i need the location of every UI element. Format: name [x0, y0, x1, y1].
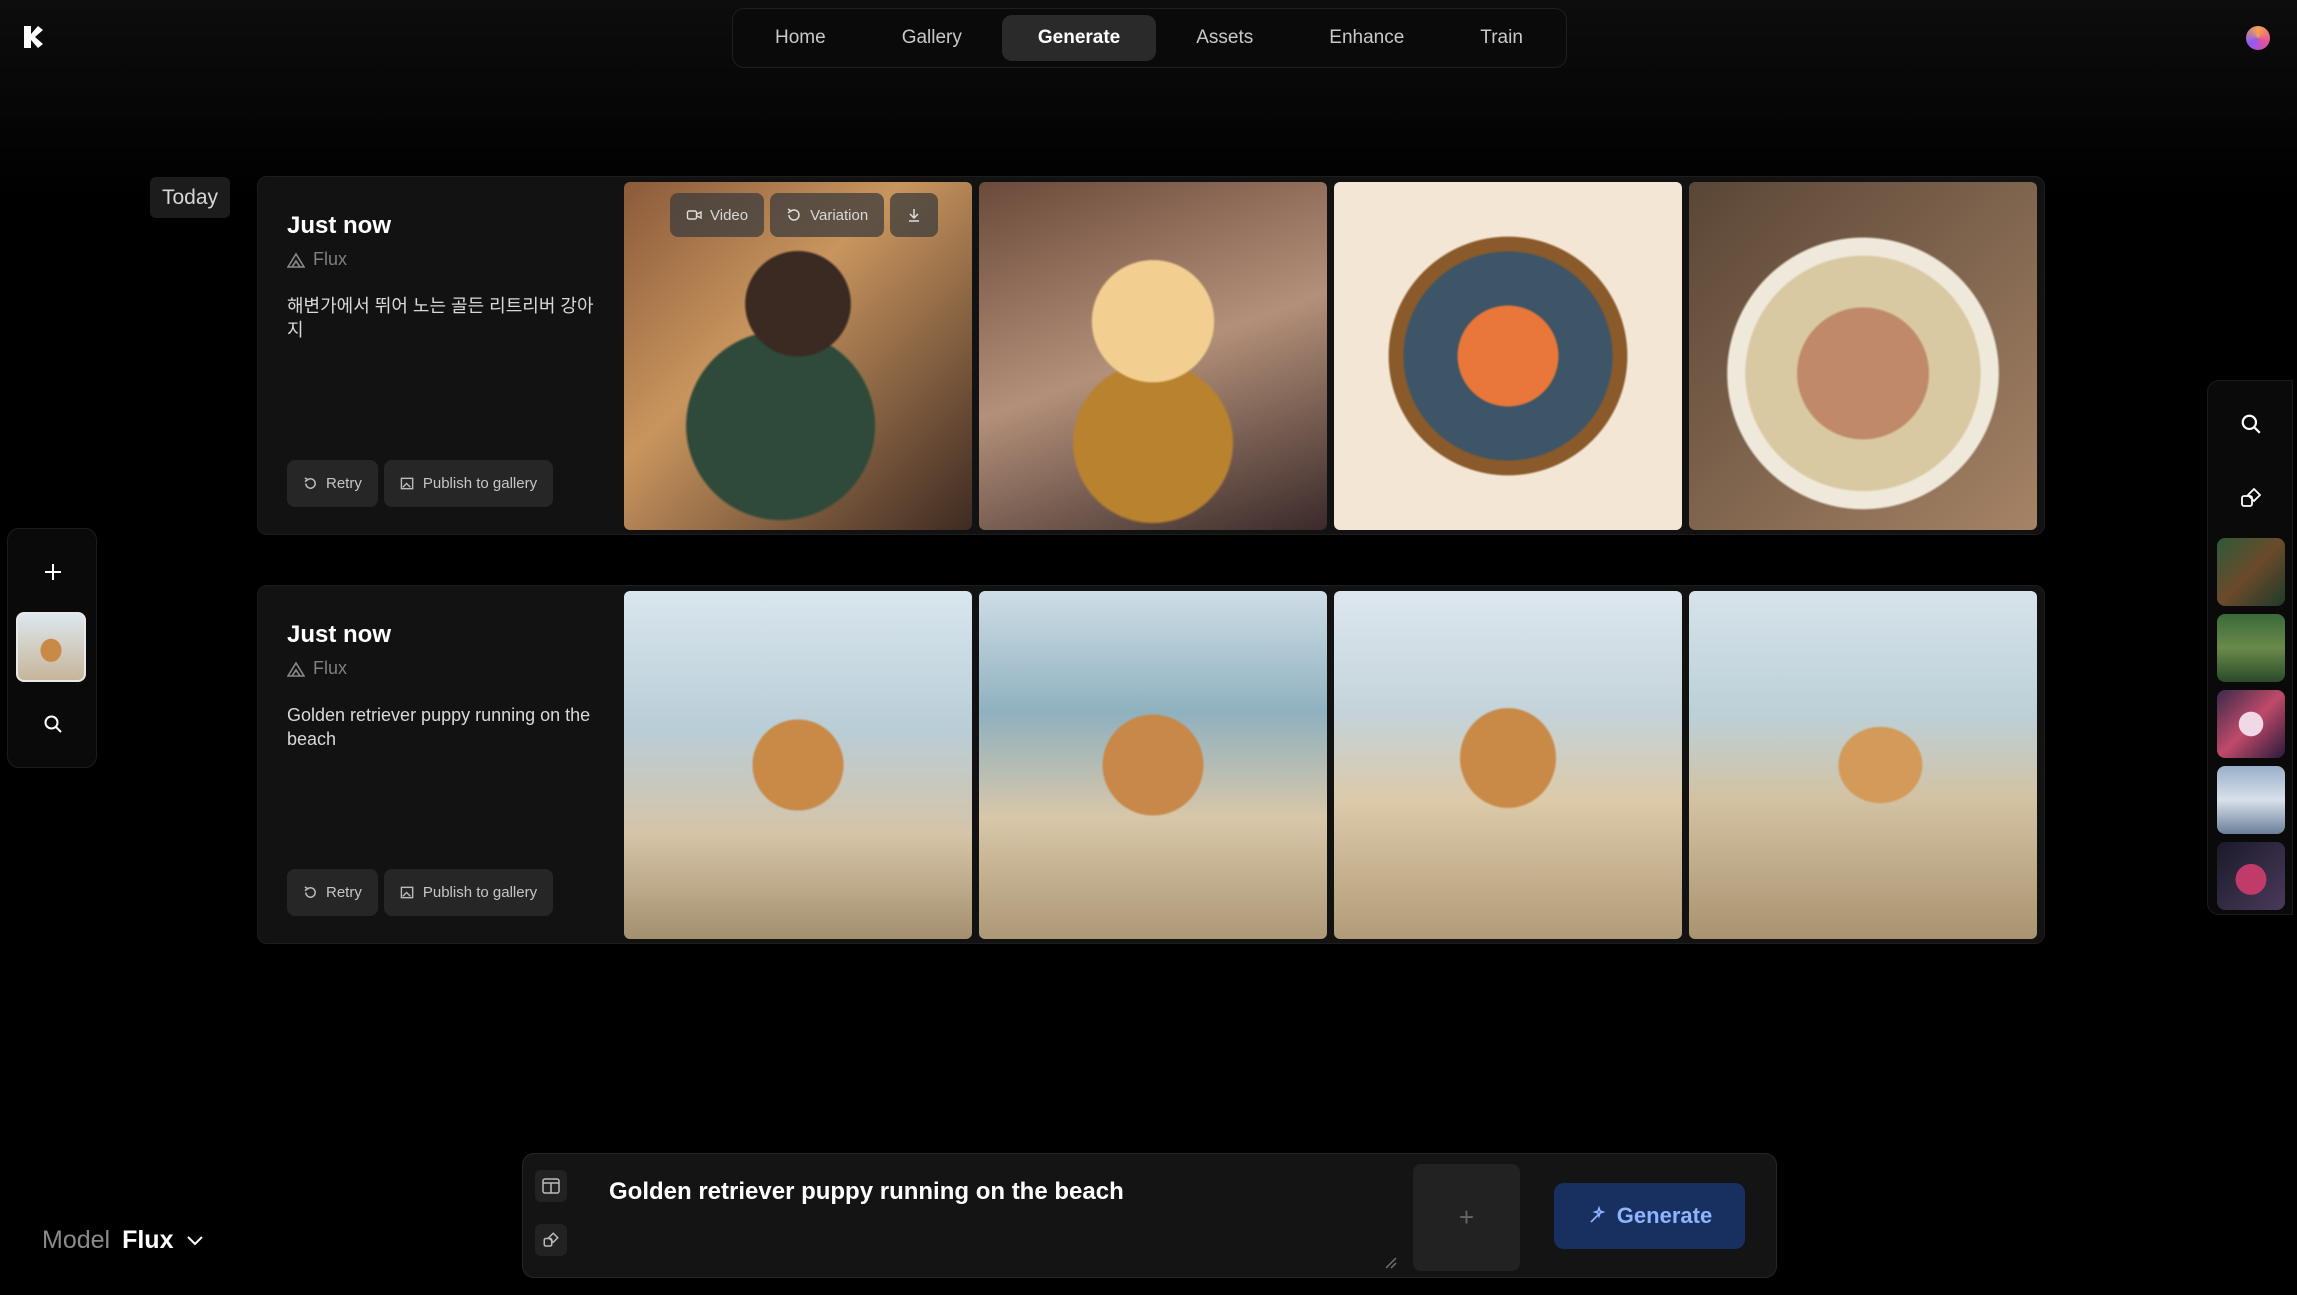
model-selector[interactable]: Model Flux	[42, 1226, 204, 1255]
right-history-panel	[2207, 380, 2293, 915]
prompt-bar: Golden retriever puppy running on the be…	[522, 1153, 1777, 1278]
generated-image[interactable]	[1334, 591, 1682, 939]
search-icon[interactable]	[2236, 409, 2266, 439]
variation-button[interactable]: Variation	[770, 193, 885, 237]
shapes-icon[interactable]	[2236, 483, 2266, 513]
retry-label: Retry	[326, 475, 362, 492]
generated-image[interactable]	[1689, 591, 2037, 939]
model-selector-label: Model	[42, 1226, 111, 1254]
generation-prompt: 해변가에서 뛰어 노는 골든 리트리버 강아지	[287, 296, 594, 340]
history-thumbnail[interactable]	[2217, 842, 2285, 910]
retry-icon	[304, 477, 316, 489]
generate-label: Generate	[1616, 1203, 1713, 1228]
retry-button[interactable]: Retry	[287, 869, 378, 916]
publish-label: Publish to gallery	[422, 475, 538, 492]
generation-prompt: Golden retriever puppy running on the be…	[287, 705, 591, 749]
history-thumbnail[interactable]	[2217, 614, 2285, 682]
top-nav: Home Gallery Generate Assets Enhance Tra…	[732, 8, 1567, 68]
variation-icon	[787, 208, 800, 221]
user-avatar[interactable]	[2246, 26, 2270, 50]
resize-handle-icon[interactable]	[1385, 1257, 1397, 1269]
generated-image[interactable]	[979, 182, 1327, 530]
generation-card: Just now Flux 해변가에서 뛰어 노는 골든 리트리버 강아지 Re…	[257, 176, 2045, 535]
publish-button[interactable]: Publish to gallery	[383, 869, 554, 916]
retry-label: Retry	[326, 884, 362, 901]
nav-home[interactable]: Home	[739, 15, 862, 61]
retry-button[interactable]: Retry	[287, 460, 378, 507]
video-label: Video	[710, 206, 749, 224]
publish-label: Publish to gallery	[422, 884, 538, 901]
nav-gallery[interactable]: Gallery	[866, 15, 998, 61]
publish-button[interactable]: Publish to gallery	[383, 460, 554, 507]
add-image-button[interactable]: +	[1413, 1164, 1520, 1271]
history-thumbnail[interactable]	[2217, 690, 2285, 758]
nav-train[interactable]: Train	[1444, 15, 1559, 61]
model-icon	[287, 251, 305, 268]
generation-model: Flux	[287, 658, 347, 679]
sparkle-icon	[1590, 1206, 1606, 1223]
generation-card: Just now Flux Golden retriever puppy run…	[257, 585, 2045, 944]
video-button[interactable]: Video	[670, 193, 765, 237]
model-selector-value: Flux	[122, 1226, 174, 1254]
model-icon	[287, 660, 305, 677]
generated-image[interactable]	[624, 591, 972, 939]
download-button[interactable]	[890, 193, 939, 237]
video-icon	[686, 210, 702, 220]
generated-image[interactable]	[1334, 182, 1682, 530]
chevron-down-icon	[186, 1235, 203, 1245]
history-thumbnail[interactable]	[2217, 538, 2285, 606]
generation-model-name: Flux	[313, 658, 348, 678]
add-icon[interactable]	[38, 557, 68, 587]
nav-assets[interactable]: Assets	[1160, 15, 1289, 61]
history-thumbnail[interactable]	[2217, 766, 2285, 834]
layout-icon[interactable]	[535, 1170, 567, 1202]
generation-model: Flux	[287, 249, 347, 270]
generated-image[interactable]	[979, 591, 1327, 939]
left-toolbar	[7, 528, 97, 768]
image-upload-icon	[400, 886, 414, 899]
download-icon	[909, 209, 920, 222]
section-label-today: Today	[150, 177, 231, 218]
generated-image[interactable]: Video Variation	[624, 182, 972, 530]
nav-generate[interactable]: Generate	[1001, 15, 1157, 61]
selected-history-thumbnail[interactable]	[16, 612, 86, 682]
generated-image[interactable]	[1689, 182, 2037, 530]
app-logo[interactable]	[22, 24, 44, 50]
nav-enhance[interactable]: Enhance	[1293, 15, 1440, 61]
generation-time: Just now	[287, 621, 392, 648]
generation-model-name: Flux	[313, 249, 348, 269]
generate-button[interactable]: Generate	[1554, 1183, 1745, 1249]
retry-icon	[304, 886, 316, 898]
prompt-input[interactable]: Golden retriever puppy running on the be…	[609, 1178, 1124, 1206]
generation-time: Just now	[287, 212, 392, 239]
image-upload-icon	[400, 477, 414, 490]
shapes-icon[interactable]	[535, 1224, 567, 1256]
variation-label: Variation	[810, 206, 869, 224]
search-icon[interactable]	[38, 709, 68, 739]
